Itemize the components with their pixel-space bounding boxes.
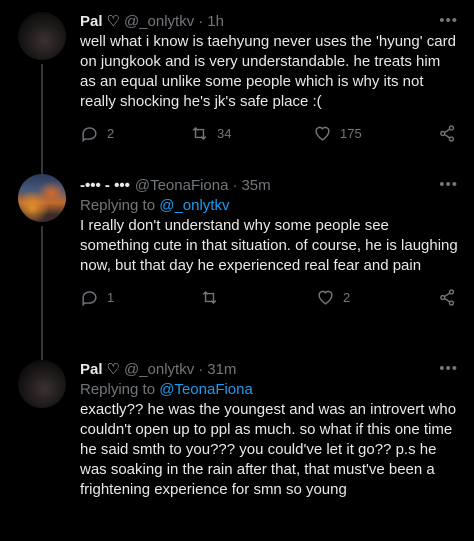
reply-button[interactable]: 1 [80,288,114,307]
separator-dot: · [198,361,204,378]
tweet-text: well what i know is taehyung never uses … [80,33,456,110]
thread-line [41,64,43,170]
more-options-icon[interactable]: ••• [439,176,458,193]
retweet-icon [192,126,207,141]
user-handle[interactable]: @TeonaFiona [135,176,229,196]
more-options-icon[interactable]: ••• [439,360,458,377]
timestamp[interactable]: 35m [241,176,270,196]
retweet-count: 34 [217,126,232,141]
tweet-3[interactable]: Pal ♡ @_onlytkv · 31m ••• Replying to @T… [0,350,474,541]
reply-icon [82,291,97,307]
tweet-1[interactable]: Pal ♡ @_onlytkv · 1h ••• well what i kno… [0,0,474,170]
replying-to-link[interactable]: @TeonaFiona [159,381,253,398]
replying-to: Replying to @_onlytkv [80,196,458,216]
retweet-icon [202,290,217,305]
display-name[interactable]: Pal [80,360,103,380]
like-icon [318,290,333,305]
separator-dot: · [198,13,204,30]
share-icon [440,289,455,306]
like-count: 175 [340,126,362,141]
replying-to-label: Replying to [80,381,156,398]
action-bar: 1 2 [80,288,458,310]
reply-button[interactable]: 2 [80,124,114,143]
separator-dot: · [232,177,238,194]
share-icon [440,125,455,142]
avatar[interactable] [18,174,66,222]
replying-to-label: Replying to [80,197,156,214]
retweet-button[interactable]: 34 [190,124,231,143]
avatar[interactable] [18,360,66,408]
retweet-button[interactable] [200,288,227,307]
timestamp[interactable]: 31m [207,360,236,380]
replying-to: Replying to @TeonaFiona [80,380,458,400]
action-bar: 2 34 175 [80,124,458,146]
tweet-header: Pal ♡ @_onlytkv · 31m [80,360,458,380]
reply-count: 1 [107,290,115,305]
share-button[interactable] [438,124,457,143]
tweet-header: -••• - ••• @TeonaFiona · 35m [80,176,458,196]
display-name[interactable]: Pal [80,12,103,32]
reply-count: 2 [107,126,115,141]
user-handle[interactable]: @_onlytkv [124,360,194,380]
like-icon [315,126,330,141]
user-handle[interactable]: @_onlytkv [124,12,194,32]
thread-line [41,350,43,360]
more-options-icon[interactable]: ••• [439,12,458,29]
replying-to-link[interactable]: @_onlytkv [159,197,229,214]
like-count: 2 [343,290,351,305]
reply-icon [82,127,97,143]
like-button[interactable]: 175 [313,124,362,143]
thread-line [41,226,43,350]
heart-outline-icon: ♡ [106,13,120,30]
like-button[interactable]: 2 [316,288,350,307]
tweet-text: I really don't understand why some peopl… [80,217,458,274]
share-button[interactable] [438,288,457,307]
display-name[interactable]: -••• - ••• [80,176,130,196]
heart-outline-icon: ♡ [106,361,120,378]
tweet-text: exactly?? he was the youngest and was an… [80,401,457,498]
tweet-2[interactable]: -••• - ••• @TeonaFiona · 35m ••• Replyin… [0,170,474,350]
timestamp[interactable]: 1h [207,12,224,32]
tweet-header: Pal ♡ @_onlytkv · 1h [80,12,458,32]
avatar[interactable] [18,12,66,60]
